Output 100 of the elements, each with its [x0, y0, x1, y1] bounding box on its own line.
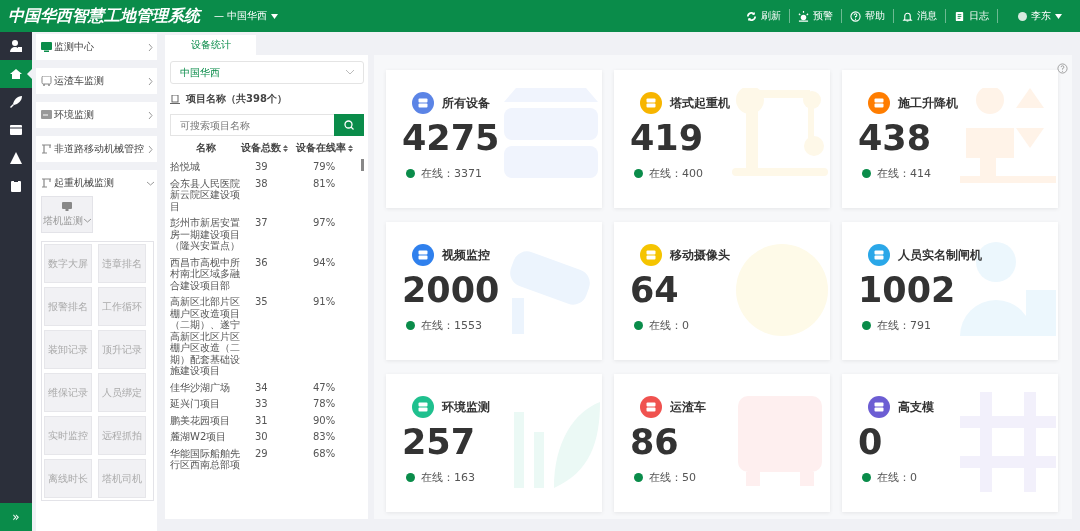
table-cell-text: 79% — [312, 161, 337, 173]
submenu-tile[interactable]: 工作循环 — [98, 287, 146, 326]
column-header[interactable]: 设备总数 — [241, 141, 293, 155]
menu-item[interactable]: 环境监测 — [36, 102, 157, 128]
stat-card[interactable]: 施工升降机 438 在线：414 — [842, 70, 1058, 208]
card-title: 所有设备 — [442, 94, 490, 112]
submenu-tile[interactable]: 维保记录 — [44, 373, 92, 412]
caret-icon — [271, 13, 279, 19]
search-icon — [344, 119, 354, 130]
card-icon — [9, 123, 23, 137]
table-cell-text: 81% — [312, 177, 337, 191]
submenu-tile[interactable]: 实时监控 — [44, 416, 92, 455]
submenu-button[interactable]: 塔机监测 — [41, 196, 93, 233]
card-title: 塔式起重机 — [670, 94, 730, 112]
submenu-tile[interactable]: 数字大屏 — [44, 244, 92, 283]
device-count: 0 — [858, 421, 884, 463]
scrollbar-thumb[interactable] — [361, 159, 364, 171]
table-cell-text: 37 — [254, 217, 269, 230]
column-header[interactable]: 设备在线率 — [293, 141, 353, 155]
card-title: 施工升降机 — [898, 94, 958, 112]
app-title: 中国华西智慧工地管理系统 — [8, 5, 200, 27]
expand-button[interactable]: » — [0, 503, 32, 531]
header-action[interactable]: 消息 — [894, 9, 945, 23]
card-title: 运渣车 — [670, 398, 706, 416]
table-cell-text: 36 — [254, 256, 269, 270]
header-action[interactable]: 帮助 — [842, 9, 893, 23]
caret-icon — [1055, 13, 1062, 19]
device-count: 2000 — [402, 269, 501, 311]
sort-icon — [348, 144, 353, 152]
org-switch[interactable]: — 中国华西 — [214, 9, 279, 23]
header-action[interactable]: 刷新 — [738, 9, 789, 23]
table-cell-text: 34 — [254, 381, 269, 393]
submenu-tile[interactable]: 顶升记录 — [98, 330, 146, 369]
card-title: 视频监控 — [442, 246, 490, 264]
menu-item[interactable]: 起重机械监测 — [36, 170, 157, 196]
table-cell-text: 94% — [312, 256, 337, 270]
status-dot — [862, 321, 871, 330]
chevron-down-icon — [147, 179, 154, 187]
status-dot — [406, 169, 415, 178]
online-count: 在线：0 — [649, 318, 689, 333]
help-icon — [850, 10, 861, 22]
table-cell-text: 35 — [254, 296, 269, 309]
card-title: 高支模 — [898, 398, 934, 416]
menu-item[interactable]: 非道路移动机械管控 — [36, 136, 157, 162]
stat-card[interactable]: 所有设备 4275 在线：3371 — [386, 70, 602, 208]
submenu-tile[interactable]: 塔机司机 — [98, 459, 146, 498]
tab[interactable]: 设备统计 — [165, 35, 256, 55]
table-cell-text: 91% — [312, 296, 337, 309]
status-dot — [634, 321, 643, 330]
stat-card[interactable]: 塔式起重机 419 在线：400 — [614, 70, 830, 208]
search-button[interactable] — [334, 114, 364, 136]
table-cell-text: 拾悦城 — [170, 161, 201, 173]
device-count: 438 — [858, 117, 933, 159]
warning-icon — [9, 151, 23, 165]
table-cell-text: 83% — [312, 431, 337, 443]
status-dot — [634, 169, 643, 178]
chevron-right-icon — [147, 77, 154, 85]
status-dot — [406, 321, 415, 330]
status-dot — [862, 473, 871, 482]
column-header[interactable]: 名称 — [170, 141, 241, 155]
building-icon — [170, 94, 180, 104]
device-count: 64 — [630, 269, 680, 311]
alert-icon — [798, 10, 809, 22]
table-cell-text: 麓湖W2项目 — [170, 431, 228, 443]
menu-item[interactable]: 运渣车监测 — [36, 68, 157, 94]
user-menu[interactable]: 李东 — [1010, 9, 1070, 23]
stat-card[interactable]: 环境监测 257 在线：163 — [386, 374, 602, 512]
table-cell-text: 38 — [254, 177, 269, 191]
bell-icon — [902, 10, 913, 22]
stat-card[interactable]: 高支模 0 在线：0 — [842, 374, 1058, 512]
submenu-tile[interactable]: 报警排名 — [44, 287, 92, 326]
table-cell: 华能国际船舶先行区西南总部项 — [170, 447, 241, 471]
header-action[interactable]: 日志 — [946, 9, 997, 23]
online-count: 在线：400 — [649, 166, 703, 181]
device-count: 419 — [630, 117, 705, 159]
online-count: 在线：163 — [421, 470, 475, 485]
org-select[interactable]: 中国华西 — [170, 61, 364, 84]
online-count: 在线：50 — [649, 470, 696, 485]
table-cell-text: 佳华沙湖广场 — [170, 381, 231, 393]
submenu-tile[interactable]: 装卸记录 — [44, 330, 92, 369]
chevron-right-icon — [147, 111, 154, 119]
online-count: 在线：1553 — [421, 318, 482, 333]
stat-card[interactable]: 视频监控 2000 在线：1553 — [386, 222, 602, 360]
stat-card[interactable]: 运渣车 86 在线：50 — [614, 374, 830, 512]
stat-card[interactable]: 移动摄像头 64 在线：0 — [614, 222, 830, 360]
device-count: 1002 — [858, 269, 957, 311]
table-cell-text: 33 — [254, 398, 269, 410]
card-title: 人员实名制闸机 — [898, 246, 982, 264]
header-action[interactable]: 预警 — [790, 9, 841, 23]
sort-icon — [283, 144, 288, 152]
search-field[interactable]: 可搜索项目名称 — [170, 114, 334, 136]
monitor-icon — [62, 201, 72, 211]
table-cell-text: 68% — [312, 447, 337, 461]
online-count: 在线：3371 — [421, 166, 482, 181]
stat-card[interactable]: 人员实名制闸机 1002 在线：791 — [842, 222, 1058, 360]
card-title: 环境监测 — [442, 398, 490, 416]
menu-item[interactable]: 监测中心 — [36, 34, 157, 60]
online-count: 在线：414 — [877, 166, 931, 181]
table-cell-text: 延兴门项目 — [170, 398, 221, 410]
table-cell-text: 90% — [312, 414, 337, 426]
